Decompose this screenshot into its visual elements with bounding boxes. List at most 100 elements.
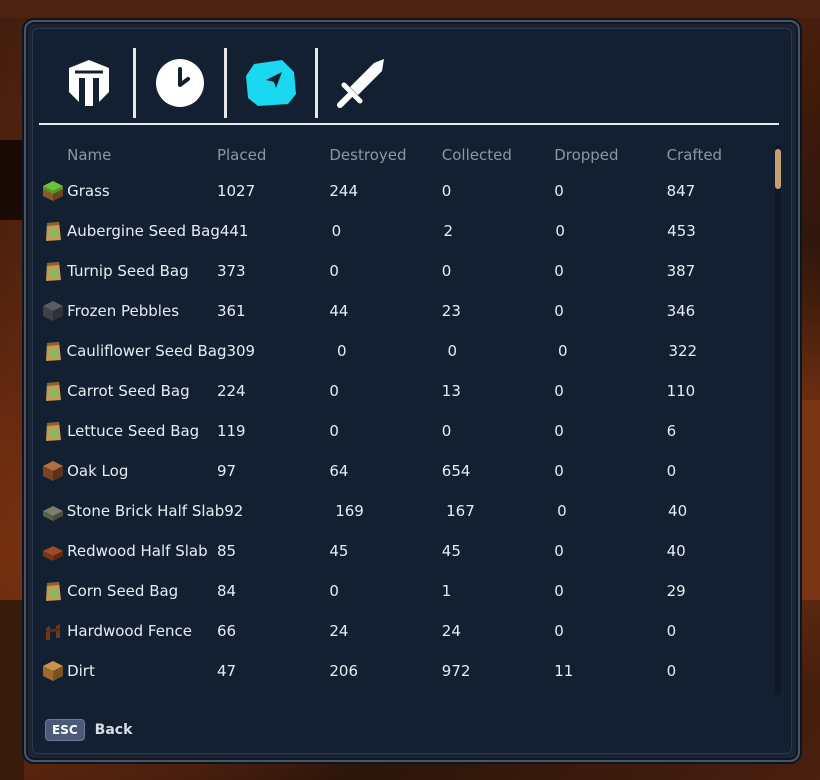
scrollbar-track[interactable] [775, 145, 781, 695]
table-row: Oak Log 97 64 654 0 0 [39, 451, 779, 491]
row-destroyed: 24 [329, 622, 349, 640]
row-crafted: 0 [666, 662, 677, 680]
row-crafted: 847 [666, 182, 696, 200]
helmet-icon [69, 60, 109, 106]
seed-bag-icon [39, 340, 67, 362]
row-placed: 85 [216, 542, 237, 560]
row-crafted: 40 [668, 502, 688, 520]
row-destroyed: 0 [329, 382, 339, 400]
row-placed: 84 [216, 582, 237, 600]
tab-general[interactable] [45, 47, 133, 119]
row-placed: 309 [226, 342, 256, 360]
row-placed: 119 [216, 422, 246, 440]
row-name: Oak Log [67, 462, 129, 480]
row-dropped: 11 [554, 662, 574, 680]
column-header-name: Name [67, 146, 112, 164]
scrollbar-thumb[interactable] [775, 149, 781, 189]
row-name: Cauliflower Seed Bag [66, 342, 227, 360]
row-name: Dirt [67, 662, 95, 680]
fence-icon [39, 620, 67, 642]
table-row: Corn Seed Bag 84 0 1 0 29 [39, 571, 779, 611]
table-row: Turnip Seed Bag 373 0 0 0 387 [39, 251, 779, 291]
stone-slab-icon [39, 500, 67, 522]
row-name: Turnip Seed Bag [67, 262, 189, 280]
esc-key-badge: ESC [45, 719, 85, 741]
row-name: Grass [67, 182, 110, 200]
row-destroyed: 0 [336, 342, 347, 360]
table-row: Dirt 47 206 972 11 0 [39, 651, 779, 691]
row-name: Carrot Seed Bag [67, 382, 190, 400]
table-row: Cauliflower Seed Bag 309 0 0 0 322 [39, 331, 779, 371]
row-destroyed: 0 [331, 222, 342, 240]
row-placed: 224 [216, 382, 246, 400]
table-row: Hardwood Fence 66 24 24 0 0 [39, 611, 779, 651]
table-row: Stone Brick Half Slab 92 169 167 0 40 [39, 491, 779, 531]
stats-panel-inner: Name Placed Destroyed Collected Dropped … [32, 28, 792, 754]
row-dropped: 0 [554, 582, 564, 600]
row-collected: 2 [443, 222, 454, 240]
seed-bag-icon [39, 420, 67, 442]
background-block [0, 600, 24, 780]
tab-combat[interactable] [318, 47, 406, 119]
table-row: Aubergine Seed Bag 441 0 2 0 453 [39, 211, 779, 251]
row-destroyed: 64 [329, 462, 349, 480]
table-row: Lettuce Seed Bag 119 0 0 0 6 [39, 411, 779, 451]
seed-bag-icon [39, 580, 67, 602]
table-row: Frozen Pebbles 361 44 23 0 346 [39, 291, 779, 331]
column-header-dropped: Dropped [554, 146, 619, 164]
row-placed: 47 [216, 662, 237, 680]
pebbles-block-icon [39, 300, 67, 322]
row-collected: 23 [441, 302, 461, 320]
row-name: Hardwood Fence [67, 622, 192, 640]
row-crafted: 6 [666, 422, 677, 440]
row-crafted: 40 [666, 542, 686, 560]
back-button[interactable]: Back [95, 722, 133, 738]
row-placed: 1027 [216, 182, 256, 200]
row-crafted: 346 [666, 302, 696, 320]
tab-time[interactable] [136, 47, 224, 119]
column-header-destroyed: Destroyed [329, 146, 407, 164]
stats-panel: Name Placed Destroyed Collected Dropped … [24, 20, 800, 762]
log-block-icon [39, 460, 67, 482]
row-placed: 441 [219, 222, 249, 240]
row-dropped: 0 [554, 622, 564, 640]
row-dropped: 0 [554, 302, 564, 320]
row-dropped: 0 [554, 422, 564, 440]
clock-icon [156, 59, 204, 107]
row-collected: 972 [441, 662, 471, 680]
row-collected: 0 [441, 262, 452, 280]
row-crafted: 29 [666, 582, 686, 600]
row-crafted: 110 [666, 382, 696, 400]
row-crafted: 322 [668, 342, 698, 360]
tab-items[interactable] [227, 47, 315, 119]
row-collected: 167 [446, 502, 475, 520]
row-dropped: 0 [557, 342, 568, 360]
row-placed: 373 [216, 262, 246, 280]
row-destroyed: 169 [335, 502, 364, 520]
row-collected: 654 [441, 462, 471, 480]
table-header: Name Placed Destroyed Collected Dropped … [39, 139, 779, 171]
wood-slab-icon [39, 540, 67, 562]
tab-divider [39, 123, 779, 125]
row-dropped: 0 [554, 262, 564, 280]
seed-bag-icon [39, 220, 67, 242]
row-dropped: 0 [554, 462, 564, 480]
row-collected: 1 [441, 582, 452, 600]
background-block [0, 140, 24, 220]
table-row: Carrot Seed Bag 224 0 13 0 110 [39, 371, 779, 411]
row-destroyed: 45 [329, 542, 349, 560]
row-crafted: 0 [666, 622, 677, 640]
row-crafted: 453 [667, 222, 696, 240]
row-name: Lettuce Seed Bag [67, 422, 200, 440]
row-destroyed: 206 [329, 662, 359, 680]
row-destroyed: 44 [329, 302, 349, 320]
stats-table: Name Placed Destroyed Collected Dropped … [39, 139, 779, 695]
row-collected: 0 [447, 342, 458, 360]
tab-bar [45, 43, 406, 123]
row-placed: 92 [224, 502, 244, 520]
sword-icon [337, 59, 384, 108]
row-collected: 24 [441, 622, 461, 640]
seed-bag-icon [39, 260, 67, 282]
row-name: Redwood Half Slab [67, 542, 208, 560]
row-name: Stone Brick Half Slab [66, 502, 225, 520]
